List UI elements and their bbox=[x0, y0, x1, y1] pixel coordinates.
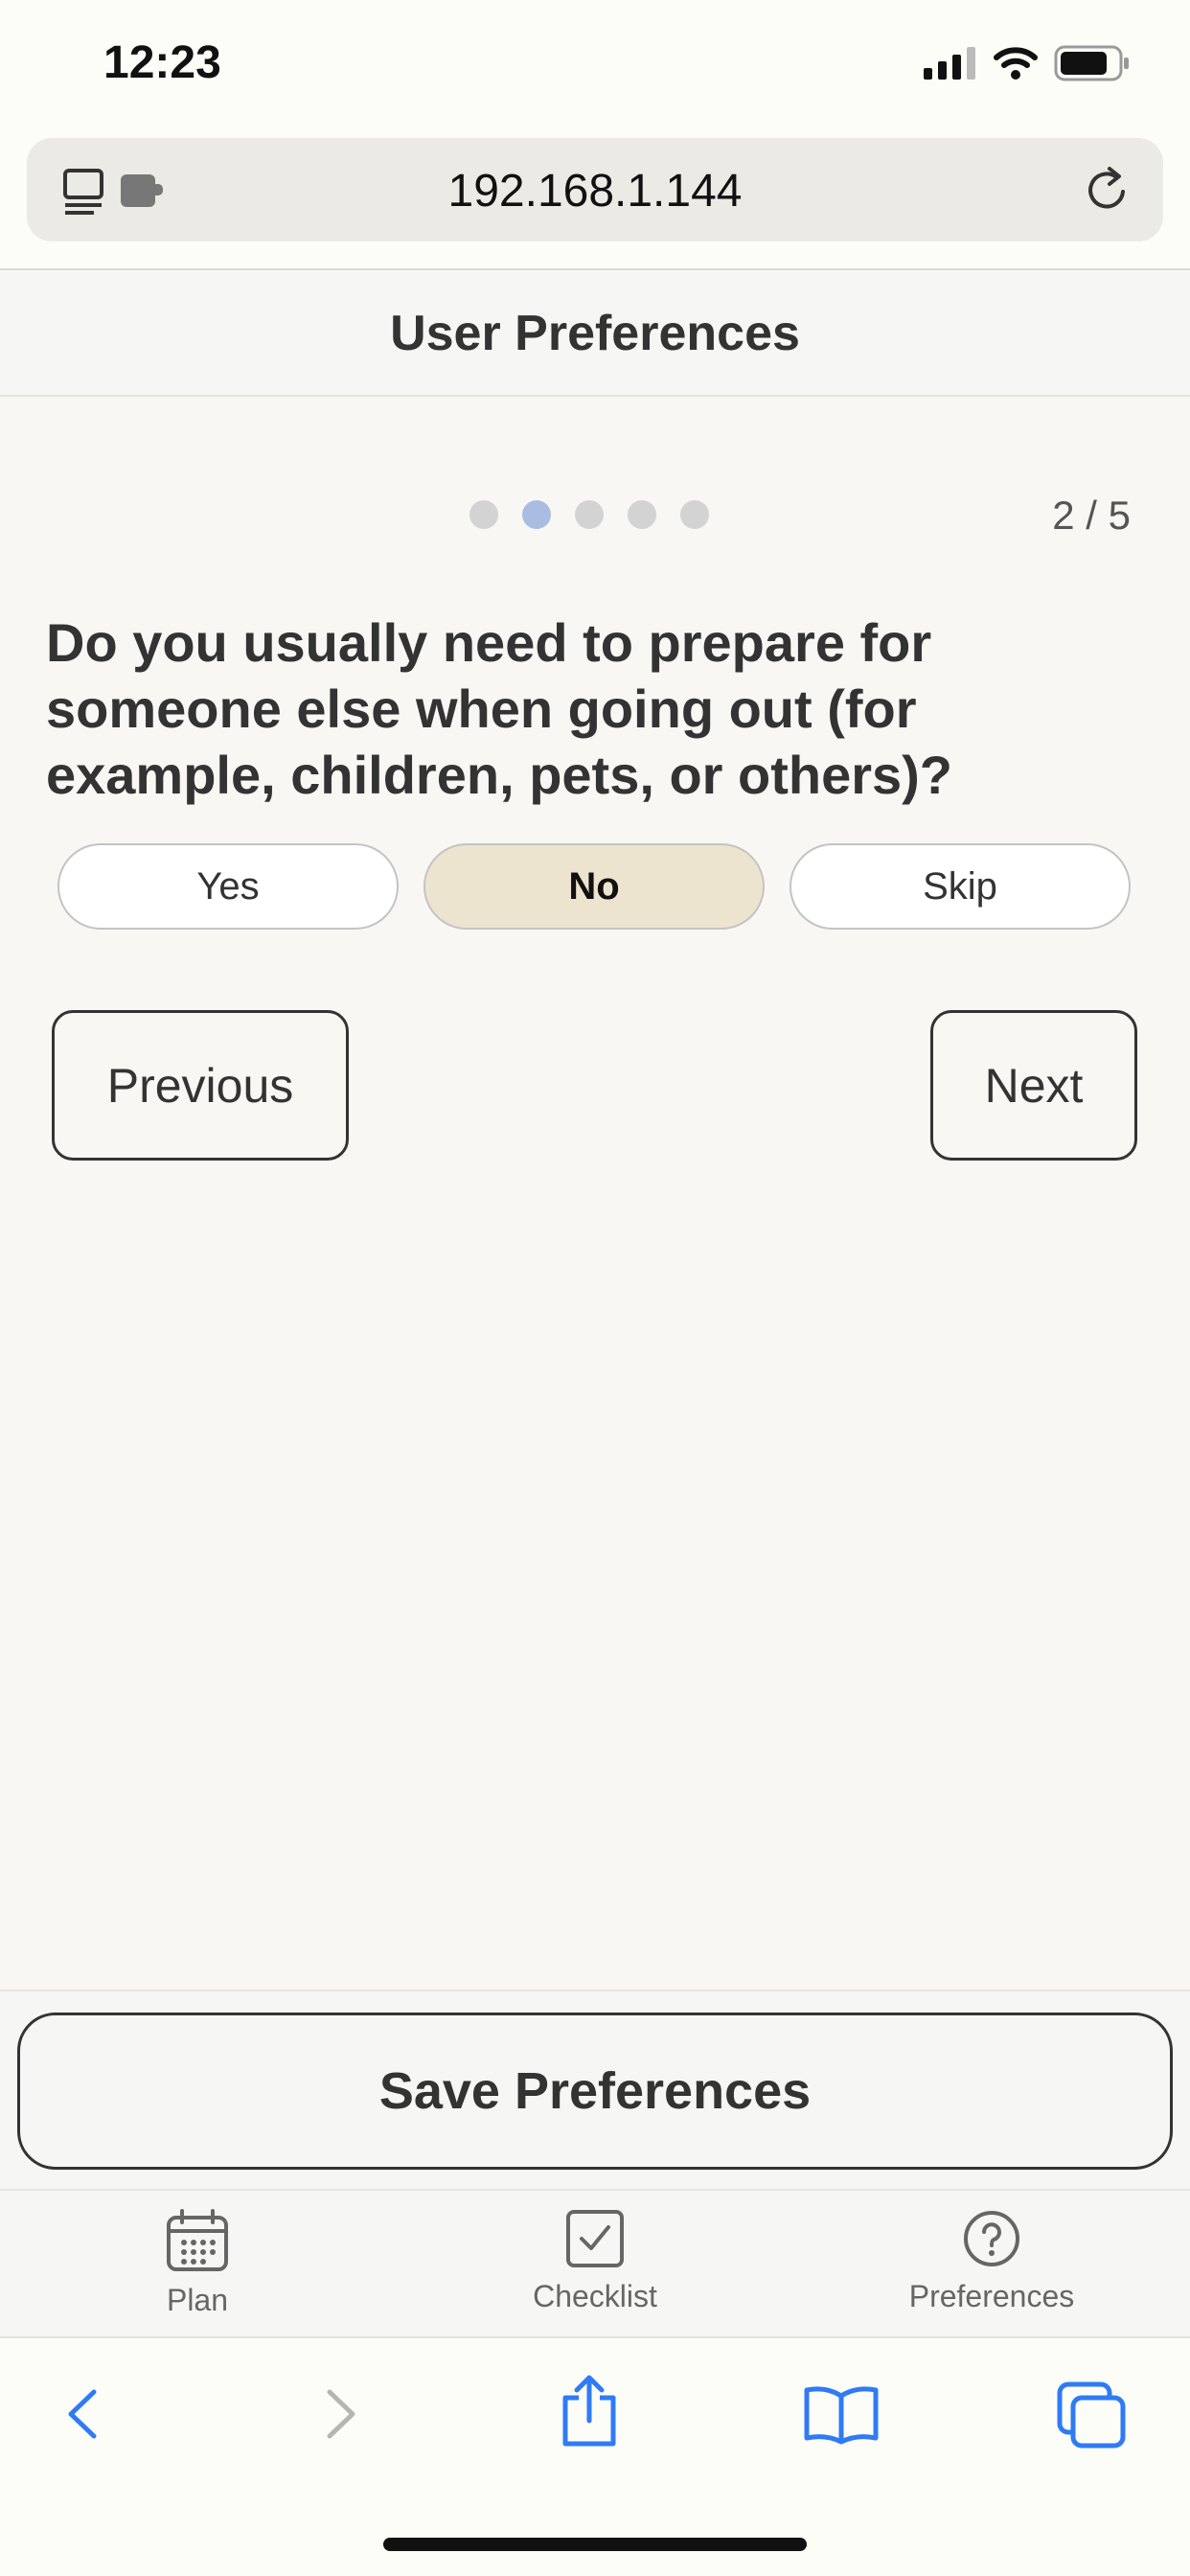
progress-dot bbox=[469, 500, 498, 529]
step-counter: 2 / 5 bbox=[1052, 493, 1131, 538]
share-icon[interactable] bbox=[556, 2373, 623, 2450]
tabs-icon[interactable] bbox=[1056, 2380, 1129, 2450]
save-preferences-button[interactable]: Save Preferences bbox=[17, 2012, 1173, 2170]
cellular-signal-icon bbox=[924, 47, 975, 80]
app-tab-bar: Plan Checklist Preferences bbox=[0, 2191, 1190, 2336]
answer-no-button[interactable]: No bbox=[423, 843, 765, 930]
tab-preferences-label: Preferences bbox=[908, 2279, 1075, 2313]
tab-preferences[interactable]: Preferences bbox=[848, 2208, 1135, 2314]
reload-icon[interactable] bbox=[1081, 163, 1134, 217]
checkbox-icon bbox=[566, 2210, 624, 2267]
answer-options: Yes No Skip bbox=[57, 843, 1131, 930]
tab-plan[interactable]: Plan bbox=[54, 2208, 341, 2318]
page-header: User Preferences bbox=[0, 270, 1190, 397]
back-icon[interactable] bbox=[59, 2380, 107, 2448]
calendar-icon bbox=[167, 2209, 228, 2271]
wifi-icon bbox=[994, 47, 1038, 80]
tab-checklist-label: Checklist bbox=[533, 2279, 657, 2313]
answer-yes-button[interactable]: Yes bbox=[57, 843, 399, 930]
question-circle-icon bbox=[964, 2211, 1019, 2266]
previous-button[interactable]: Previous bbox=[52, 1010, 349, 1161]
browser-address-area: 192.168.1.144 bbox=[0, 134, 1190, 270]
progress-dot-active bbox=[522, 500, 551, 529]
url-bar[interactable]: 192.168.1.144 bbox=[27, 138, 1163, 242]
status-time: 12:23 bbox=[103, 37, 221, 88]
next-button[interactable]: Next bbox=[930, 1010, 1137, 1161]
tab-plan-label: Plan bbox=[166, 2283, 229, 2317]
status-icons bbox=[924, 44, 1131, 82]
progress-dot bbox=[680, 500, 709, 529]
answer-skip-button[interactable]: Skip bbox=[790, 843, 1131, 930]
question-text: Do you usually need to prepare for someo… bbox=[46, 612, 953, 805]
status-bar: 12:23 bbox=[0, 0, 1190, 134]
page-title: User Preferences bbox=[390, 306, 800, 361]
bookmarks-icon[interactable] bbox=[803, 2384, 880, 2446]
tab-checklist[interactable]: Checklist bbox=[451, 2208, 739, 2314]
progress-dots bbox=[469, 500, 709, 529]
home-indicator bbox=[383, 2538, 807, 2551]
url-text: 192.168.1.144 bbox=[447, 166, 743, 217]
progress-dot bbox=[628, 500, 656, 529]
progress-dot bbox=[575, 500, 604, 529]
forward-icon[interactable] bbox=[316, 2380, 364, 2448]
save-area: Save Preferences bbox=[0, 1990, 1190, 2191]
battery-icon bbox=[1054, 45, 1129, 81]
